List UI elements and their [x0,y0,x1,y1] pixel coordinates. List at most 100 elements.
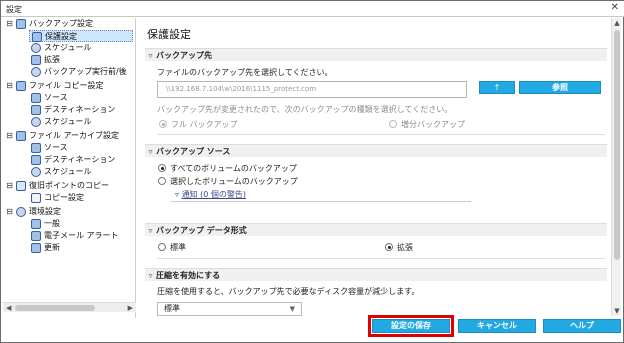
selected-volumes-label: 選択したボリュームのバックアップ [170,177,298,186]
destination-path-input[interactable]: \\192.168.7.104\w\2016\1115_protect.com [157,81,467,98]
collapse-chevron-icon[interactable]: ▿ [145,224,156,237]
tree-item-email-alerts[interactable]: 電子メール アラート [31,230,135,242]
scroll-left-icon[interactable]: ◀ [6,303,11,313]
tree-item-label: コピー設定 [44,193,84,202]
extended-format-radio[interactable] [385,243,393,251]
destination-icon [31,155,41,165]
highlight-box [368,315,454,337]
file-copy-icon [16,81,26,91]
email-icon [31,231,41,241]
schedule-icon [31,117,41,127]
tree-item-archive-destination[interactable]: デスティネーション [31,154,135,166]
section-title: バックアップ先 [156,51,212,60]
scroll-thumb[interactable] [614,30,620,260]
schedule-icon [31,43,41,53]
full-backup-label: フル バックアップ [171,120,238,129]
tree-item-archive-source[interactable]: ソース [31,142,131,154]
scroll-down-icon[interactable]: ▼ [612,306,622,316]
tree-item-label: ファイル コピー設定 [29,81,104,90]
selected-volumes-radio[interactable] [158,177,166,185]
cancel-button[interactable]: キャンセル [458,319,536,333]
preferences-icon [16,207,26,217]
section-header-destination[interactable]: ▿ バックアップ先 [145,48,607,61]
tree-item-pre-post[interactable]: バックアップ実行前/後 [31,66,135,78]
tree-item-label: ソース [44,93,68,102]
tree-item-label: デスティネーション [44,105,116,114]
tree-item-copy-settings[interactable]: コピー設定 [31,192,131,204]
tree-item-advanced[interactable]: 拡張 [31,54,131,66]
tree-item-label: 一般 [44,219,60,228]
collapse-chevron-icon[interactable]: ▿ [145,49,156,62]
tree-item-backup-settings[interactable]: ⊟ バックアップ設定 [5,18,135,30]
title-bar: 設定 ✕ [1,1,624,17]
backup-settings-icon [16,19,26,29]
up-folder-button[interactable]: ↑ [479,81,515,94]
tree-item-copy-destination[interactable]: デスティネーション [31,104,135,116]
collapse-icon[interactable]: ⊟ [5,131,14,140]
tree-item-preferences[interactable]: ⊟ 環境設定 [5,206,135,218]
collapse-icon[interactable]: ⊟ [5,81,14,90]
collapse-icon[interactable]: ⊟ [5,207,14,216]
scroll-up-icon[interactable]: ▲ [612,18,622,28]
tree-item-label: 復旧ポイントのコピー [29,181,109,190]
source-icon [31,143,41,153]
scroll-thumb[interactable] [15,305,95,311]
incremental-backup-label: 増分バックアップ [401,120,465,129]
full-backup-radio[interactable] [159,120,167,128]
recovery-point-icon [16,181,26,191]
file-archive-icon [16,131,26,141]
tree-item-file-archive-settings[interactable]: ⊟ ファイル アーカイブ設定 [5,130,135,142]
page-title: 保護設定 [147,28,191,41]
destination-changed-notice: バックアップ先が変更されたので、次のバックアップの種類を選択してください。 [157,105,453,114]
tree-item-copy-schedule[interactable]: スケジュール [31,116,131,128]
update-icon [31,243,41,253]
tree-item-label: デスティネーション [44,155,116,164]
section-header-compression[interactable]: ▿ 圧縮を有効にする [145,268,607,281]
standard-format-label: 標準 [170,243,186,252]
standard-format-radio[interactable] [158,243,166,251]
section-title: バックアップ ソース [156,147,231,156]
schedule-icon [31,167,41,177]
tree-item-copy-source[interactable]: ソース [31,92,131,104]
tree-item-label: スケジュール [44,117,92,126]
tree-item-updates[interactable]: 更新 [31,242,131,254]
section-title: バックアップ データ形式 [156,226,247,235]
tree-item-general[interactable]: 一般 [31,218,131,230]
tree-item-file-copy-settings[interactable]: ⊟ ファイル コピー設定 [5,80,135,92]
tree-item-copy-recovery-points[interactable]: ⊟ 復旧ポイントのコピー [5,180,135,192]
browse-button[interactable]: 参照 [519,81,601,94]
destination-prompt: ファイルのバックアップ先を選択してください。 [157,68,333,77]
compression-description: 圧縮を使用すると、バックアップ先で必要なディスク容量が減少します。 [157,287,420,296]
collapse-icon[interactable]: ⊟ [5,19,14,28]
collapse-icon[interactable]: ⊟ [5,181,14,190]
settings-tree: ⊟ バックアップ設定 保護設定 スケジュール 拡張 バックアップ実行前/後 ⊟ … [3,18,136,318]
tree-item-protection-settings[interactable]: 保護設定 [29,30,133,42]
collapse-chevron-icon[interactable]: ▿ [145,269,156,282]
tree-item-label: スケジュール [44,167,92,176]
tree-horizontal-scrollbar[interactable]: ◀ ▶ [3,302,136,312]
section-header-source[interactable]: ▿ バックアップ ソース [145,144,607,157]
tree-item-schedule[interactable]: スケジュール [31,42,131,54]
main-vertical-scrollbar[interactable]: ▲ ▼ [611,18,621,316]
help-button[interactable]: ヘルプ [543,319,621,333]
divider [171,201,471,202]
tree-item-label: 更新 [44,243,60,252]
divider [157,258,605,259]
protection-icon [32,32,42,42]
section-header-data-format[interactable]: ▿ バックアップ データ形式 [145,223,607,236]
compression-level-select[interactable]: 標準 ▼ [157,302,302,316]
incremental-backup-radio[interactable] [389,120,397,128]
section-title: 圧縮を有効にする [156,271,221,280]
tree-item-archive-schedule[interactable]: スケジュール [31,166,131,178]
dropdown-arrow-icon: ▼ [289,305,295,313]
warnings-notification-link[interactable]: ▿ 通知 (0 個の警告) [175,189,246,200]
all-volumes-radio[interactable] [158,164,166,172]
close-icon[interactable]: ✕ [611,2,619,13]
window-title: 設定 [6,5,22,14]
scroll-right-icon[interactable]: ▶ [128,303,133,313]
settings-main-panel: 保護設定 ▿ バックアップ先 ファイルのバックアップ先を選択してください。 \\1… [141,18,611,316]
extended-format-label: 拡張 [397,243,413,252]
collapse-chevron-icon[interactable]: ▿ [145,145,156,158]
tree-item-label: バックアップ実行前/後 [44,67,127,76]
settings-window: 設定 ✕ ⊟ バックアップ設定 保護設定 スケジュール 拡張 バックアップ実行前… [0,0,624,343]
